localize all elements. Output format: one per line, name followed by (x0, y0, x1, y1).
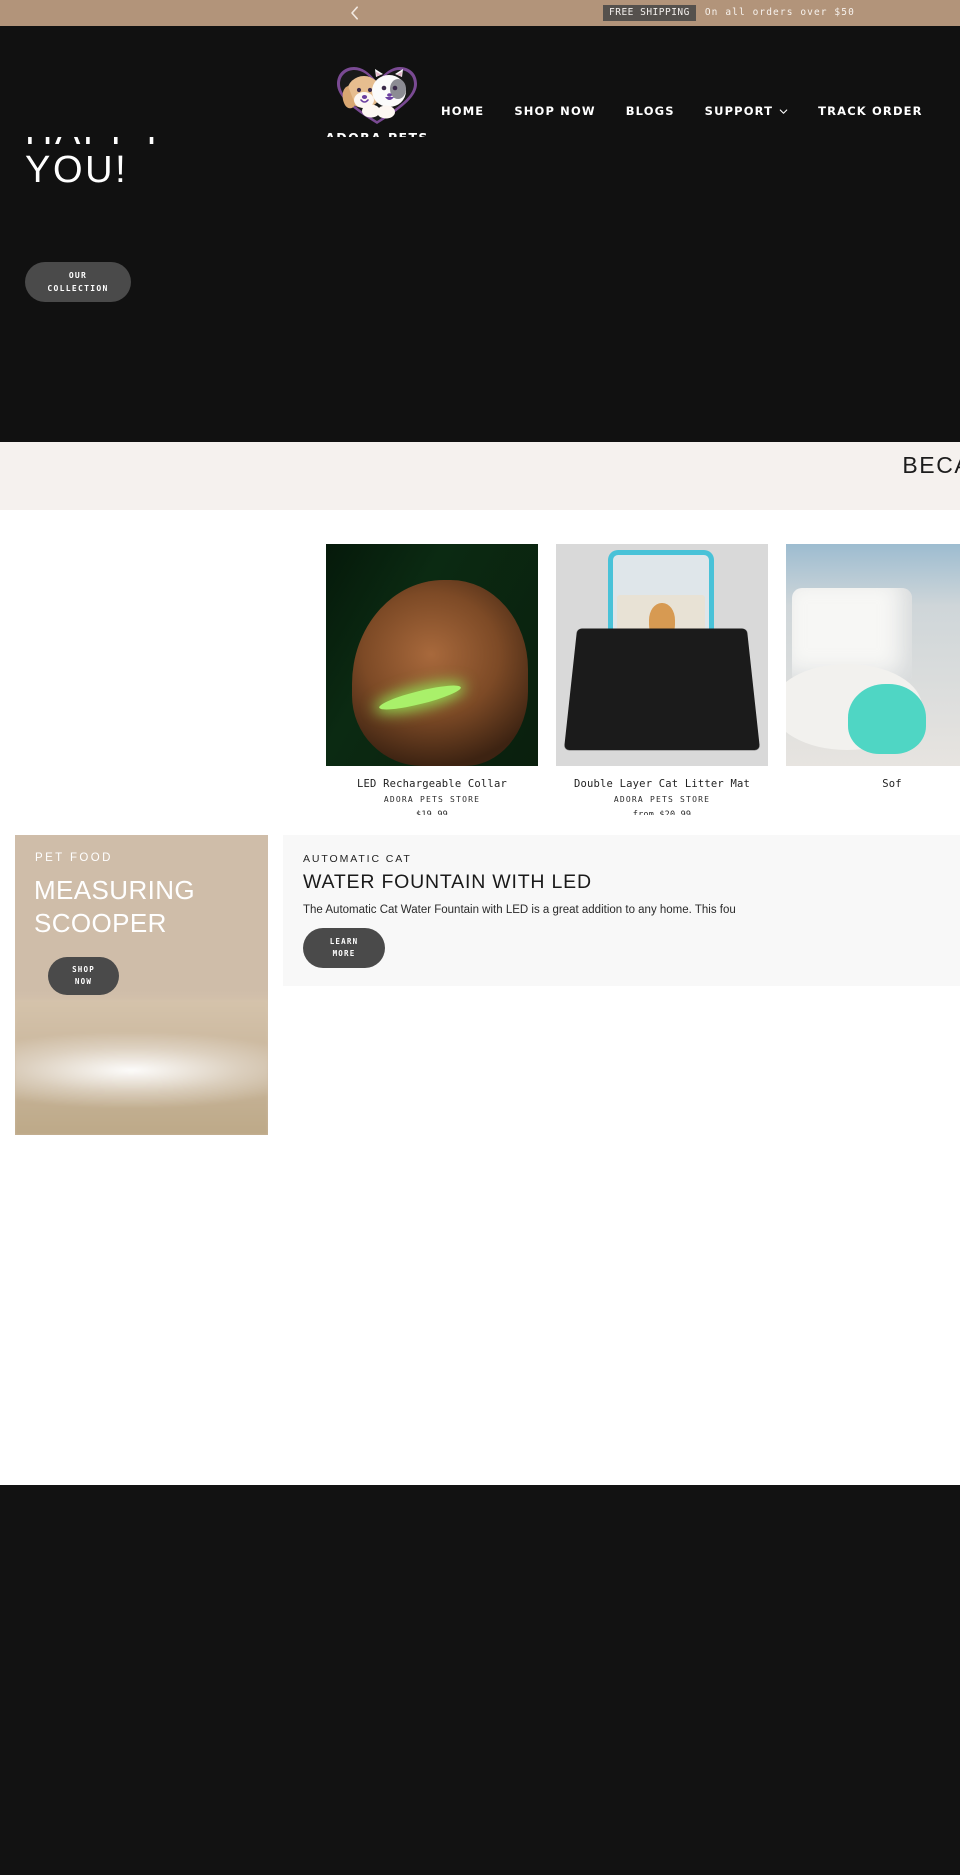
free-shipping-badge: FREE SHIPPING (603, 5, 696, 21)
nav-item-label: BLOGS (625, 104, 675, 118)
tagline-band: BECAUSE EVERY SPECIAL (0, 442, 960, 510)
learn-more-button-line2: MORE (332, 949, 356, 958)
our-collection-button[interactable]: OUR COLLECTION (25, 262, 131, 302)
learn-more-button[interactable]: LEARN MORE (303, 928, 385, 968)
product-vendor: ADORA PETS STORE (613, 795, 711, 804)
feature-title: WATER FOUNTAIN WITH LED (303, 871, 592, 893)
feature-eyebrow: AUTOMATIC CAT (303, 853, 412, 865)
scooper-photo (15, 1000, 268, 1135)
announcement-content: FREE SHIPPING On all orders over $50 (603, 0, 855, 26)
product-card[interactable]: Double Layer Cat Litter Mat ADORA PETS S… (556, 544, 768, 815)
shop-now-button[interactable]: SHOP NOW (48, 957, 119, 995)
feature-description: The Automatic Cat Water Fountain with LE… (303, 904, 736, 916)
nav-item-track-order[interactable]: TRACK ORDER (818, 104, 937, 118)
product-title: Sof (882, 778, 902, 790)
promo-eyebrow: PET FOOD (35, 852, 113, 864)
product-card[interactable]: LED Rechargeable Collar ADORA PETS STORE… (326, 544, 538, 815)
nav-item-label: SUPPORT (704, 104, 774, 118)
dog-cat-heart-logo-icon (337, 67, 417, 124)
product-vendor: ADORA PETS STORE (383, 795, 481, 804)
nav-item-support[interactable]: SUPPORT (705, 104, 803, 118)
product-carousel: LED Rechargeable Collar ADORA PETS STORE… (0, 510, 960, 815)
site-header: ADORA PETS HOME SHOP NOW BLOGS SUPPORT T… (0, 26, 960, 145)
brand-logo[interactable]: ADORA PETS (325, 64, 427, 145)
product-list: LED Rechargeable Collar ADORA PETS STORE… (326, 544, 960, 815)
shop-now-button-line1: SHOP (72, 965, 95, 974)
announcement-prev-button[interactable] (342, 0, 366, 26)
announcement-message: On all orders over $50 (704, 7, 855, 19)
shop-now-button-line2: NOW (74, 977, 93, 986)
led-collar-dog-photo[interactable] (326, 544, 538, 766)
product-title: LED Rechargeable Collar (357, 778, 507, 790)
product-card[interactable]: Sof (786, 544, 960, 815)
main-navigation: HOME SHOP NOW BLOGS SUPPORT TRACK ORDER (441, 104, 937, 118)
announcement-bar: FREE SHIPPING On all orders over $50 (0, 0, 960, 26)
product-title: Double Layer Cat Litter Mat (573, 778, 751, 790)
promo-section: PET FOOD MEASURING SCOOPER SHOP NOW AUTO… (0, 815, 960, 1135)
nav-item-blogs[interactable]: BLOGS (626, 104, 689, 118)
water-fountain-feature: AUTOMATIC CAT WATER FOUNTAIN WITH LED Th… (283, 835, 960, 986)
nav-item-label: SHOP NOW (514, 104, 596, 118)
chevron-down-icon (779, 108, 788, 114)
nav-item-label: TRACK ORDER (818, 104, 923, 118)
learn-more-button-line1: LEARN (329, 937, 359, 946)
hero-section: HAPPY PET HAPPY YOU! OUR COLLECTION (0, 137, 960, 442)
nav-item-label: HOME (441, 104, 485, 118)
nav-item-shop-now[interactable]: SHOP NOW (514, 104, 609, 118)
soft-pet-product-photo[interactable] (786, 544, 960, 766)
hero-title: HAPPY PET HAPPY YOU! (25, 137, 164, 191)
site-footer (0, 1485, 960, 1875)
tagline-heading: BECAUSE EVERY SPECIAL (902, 452, 960, 478)
our-collection-button-line1: OUR (68, 271, 88, 280)
promo-title: MEASURING SCOOPER (34, 875, 196, 938)
nav-item-home[interactable]: HOME (441, 104, 498, 118)
cat-litter-mat-photo[interactable] (556, 544, 768, 766)
our-collection-button-line2: COLLECTION (47, 284, 109, 293)
page-root: FREE SHIPPING On all orders over $50 HOM… (0, 0, 960, 1875)
measuring-scooper-promo-card[interactable]: PET FOOD MEASURING SCOOPER SHOP NOW (15, 835, 268, 1135)
